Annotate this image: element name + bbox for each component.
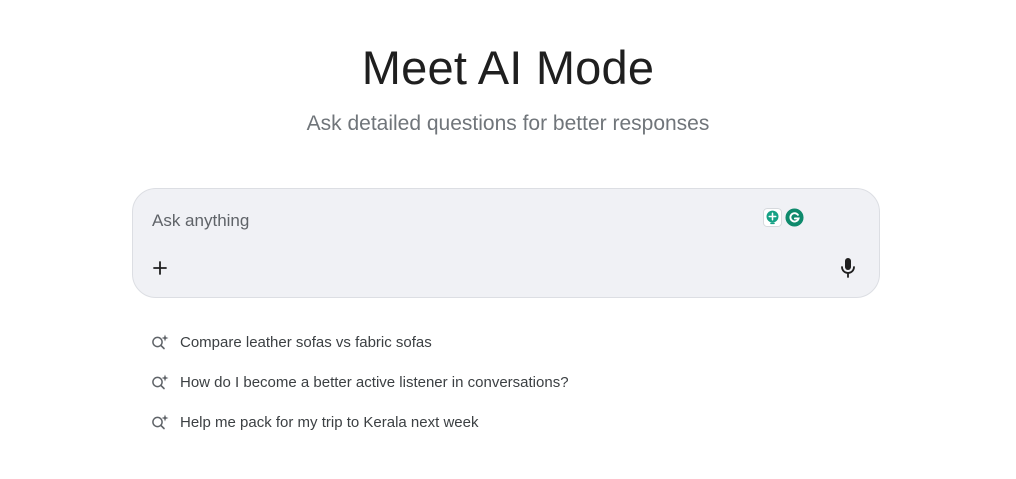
suggestion-item[interactable]: How do I become a better active listener… <box>150 362 850 402</box>
add-button[interactable] <box>147 255 173 281</box>
mic-icon <box>841 258 855 278</box>
suggestion-item[interactable]: Compare leather sofas vs fabric sofas <box>150 322 850 362</box>
sparkle-search-icon <box>152 334 169 350</box>
suggestion-label: Compare leather sofas vs fabric sofas <box>180 333 432 351</box>
suggestion-label: How do I become a better active listener… <box>180 373 569 391</box>
voice-search-button[interactable] <box>835 255 861 281</box>
sparkle-search-icon <box>152 374 169 390</box>
sparkle-search-icon <box>152 414 169 430</box>
suggestion-label: Help me pack for my trip to Kerala next … <box>180 413 479 431</box>
bulb-extension-icon[interactable] <box>763 208 782 227</box>
search-box <box>132 188 880 298</box>
suggestion-item[interactable]: Help me pack for my trip to Kerala next … <box>150 402 850 442</box>
search-input[interactable] <box>152 209 752 233</box>
ai-mode-page: Meet AI Mode Ask detailed questions for … <box>0 0 1016 479</box>
extension-icons <box>763 208 805 228</box>
plus-icon <box>153 261 167 275</box>
page-title: Meet AI Mode <box>361 41 655 94</box>
page-subtitle: Ask detailed questions for better respon… <box>306 112 710 135</box>
grammarly-icon[interactable] <box>785 208 804 227</box>
suggestion-list: Compare leather sofas vs fabric sofas Ho… <box>150 322 850 442</box>
